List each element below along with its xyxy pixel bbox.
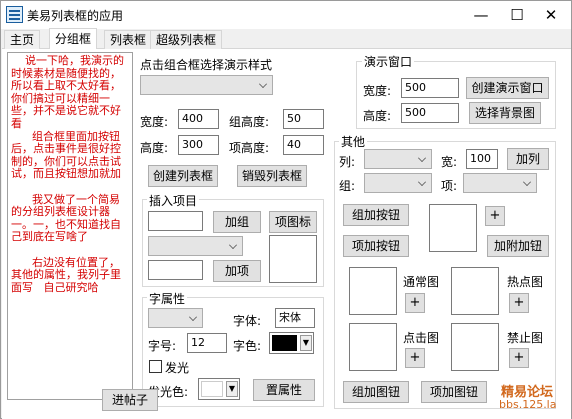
disabled-image-preview xyxy=(451,323,499,371)
font-size-label: 字号: xyxy=(148,339,177,353)
font-attr-title: 字属性 xyxy=(147,290,188,307)
font-attr-combo[interactable] xyxy=(148,308,203,328)
disabled-image-label: 禁止图 xyxy=(507,331,544,345)
attach-button-button[interactable]: 加附加钮 xyxy=(487,235,549,257)
normal-image-label: 通常图 xyxy=(403,275,440,289)
click-image-preview xyxy=(349,323,397,371)
height-label: 高度: xyxy=(140,141,169,155)
create-listbox-button[interactable]: 创建列表框 xyxy=(148,165,218,187)
item-icon-button[interactable]: 项图标 xyxy=(269,211,317,233)
tab-bar: 主页 分组框 列表框 超级列表框 xyxy=(2,28,571,50)
main-window: 美易列表框的应用 — ☐ ✕ 主页 分组框 列表框 超级列表框 说一下哈，我演示… xyxy=(0,0,572,419)
demo-window-title: 演示窗口 xyxy=(362,53,415,70)
item-select-combo[interactable] xyxy=(463,173,537,193)
watermark-url: bbs.125.la xyxy=(499,398,557,411)
disabled-image-plus-button[interactable]: + xyxy=(509,348,529,368)
item-name-input[interactable] xyxy=(148,260,203,280)
group-height-label: 组高度: xyxy=(229,115,270,129)
choose-background-button[interactable]: 选择背景图 xyxy=(469,102,541,124)
tab-home[interactable]: 主页 xyxy=(4,30,41,49)
demo-style-combo[interactable] xyxy=(140,75,273,95)
demo-style-label: 点击组合框选择演示样式 xyxy=(140,58,273,72)
hot-image-label: 热点图 xyxy=(507,275,544,289)
item-icon-preview xyxy=(269,235,317,283)
font-size-input[interactable]: 12 xyxy=(187,333,227,353)
chevron-down-icon xyxy=(259,80,267,88)
chevron-down-icon xyxy=(418,178,426,186)
width-input[interactable]: 400 xyxy=(178,109,219,129)
other-title: 其他 xyxy=(339,133,368,150)
app-icon xyxy=(6,6,23,23)
tab-super-list-box[interactable]: 超级列表框 xyxy=(150,30,223,49)
group-select-combo[interactable] xyxy=(364,173,432,193)
group-add-button-button[interactable]: 组加按钮 xyxy=(343,204,409,226)
demo-height-label: 高度: xyxy=(363,109,392,123)
close-button[interactable]: ✕ xyxy=(533,1,569,29)
add-button-image-button[interactable]: + xyxy=(485,206,505,226)
normal-image-plus-button[interactable]: + xyxy=(405,293,425,313)
glow-checkbox[interactable] xyxy=(149,360,162,373)
font-input[interactable]: 宋体 xyxy=(275,308,315,328)
group-add-image-button[interactable]: 组加图钮 xyxy=(343,381,409,403)
minimize-button[interactable]: — xyxy=(463,1,499,29)
post-button[interactable]: 进帖子 xyxy=(102,389,158,411)
chevron-down-icon xyxy=(189,313,197,321)
color-dropdown-icon: ▼ xyxy=(226,381,238,397)
font-label: 字体: xyxy=(233,314,262,328)
font-color-picker[interactable]: ▼ xyxy=(269,332,314,354)
demo-width-input[interactable]: 500 xyxy=(401,78,459,98)
window-title: 美易列表框的应用 xyxy=(27,9,124,23)
chevron-down-icon xyxy=(229,241,237,249)
col-label: 列: xyxy=(339,155,356,169)
col-width-input[interactable]: 100 xyxy=(466,149,498,169)
tab-list-box[interactable]: 列表框 xyxy=(104,30,153,49)
item-height-label: 项高度: xyxy=(229,141,270,155)
group-select-label: 组: xyxy=(339,179,356,193)
demo-height-input[interactable]: 500 xyxy=(401,103,459,123)
col-width-label: 宽: xyxy=(441,155,458,169)
font-color-swatch xyxy=(272,335,297,351)
hot-image-plus-button[interactable]: + xyxy=(509,293,529,313)
chevron-down-icon xyxy=(523,178,531,186)
color-dropdown-icon: ▼ xyxy=(300,335,312,351)
group-name-input[interactable] xyxy=(148,211,203,231)
add-col-button[interactable]: 加列 xyxy=(507,148,549,170)
item-height-input[interactable]: 40 xyxy=(283,135,324,155)
font-color-label: 字色: xyxy=(233,339,262,353)
description-memo[interactable]: 说一下哈，我演示的时候素材是随便找的，所以看上取不太好看，你们搞过可以精细一些，… xyxy=(7,52,133,400)
insert-item-title: 插入项目 xyxy=(147,192,200,209)
set-attr-button[interactable]: 置属性 xyxy=(253,379,315,401)
maximize-button[interactable]: ☐ xyxy=(499,1,535,29)
demo-width-label: 宽度: xyxy=(363,84,392,98)
add-item-button[interactable]: 加项 xyxy=(213,260,261,282)
normal-image-preview xyxy=(349,267,397,315)
hot-image-preview xyxy=(451,267,499,315)
create-demo-window-button[interactable]: 创建演示窗口 xyxy=(466,77,549,99)
add-group-button[interactable]: 加组 xyxy=(213,211,261,233)
height-input[interactable]: 300 xyxy=(178,135,219,155)
item-add-button-button[interactable]: 项加按钮 xyxy=(343,235,409,257)
tab-group-box[interactable]: 分组框 xyxy=(49,28,98,50)
item-add-image-button[interactable]: 项加图钮 xyxy=(421,381,487,403)
group-height-input[interactable]: 50 xyxy=(283,109,324,129)
click-image-label: 点击图 xyxy=(403,331,440,345)
title-bar: 美易列表框的应用 — ☐ ✕ xyxy=(1,1,571,29)
chevron-down-icon xyxy=(418,154,426,162)
destroy-listbox-button[interactable]: 销毁列表框 xyxy=(237,165,307,187)
button-image-preview xyxy=(429,204,477,252)
click-image-plus-button[interactable]: + xyxy=(405,348,425,368)
glow-color-swatch xyxy=(201,381,223,397)
insert-item-combo[interactable] xyxy=(148,236,243,256)
glow-label: 发光 xyxy=(165,361,190,375)
col-combo[interactable] xyxy=(364,149,432,169)
width-label: 宽度: xyxy=(140,115,169,129)
item-select-label: 项: xyxy=(441,179,458,193)
glow-color-picker[interactable]: ▼ xyxy=(198,378,240,400)
